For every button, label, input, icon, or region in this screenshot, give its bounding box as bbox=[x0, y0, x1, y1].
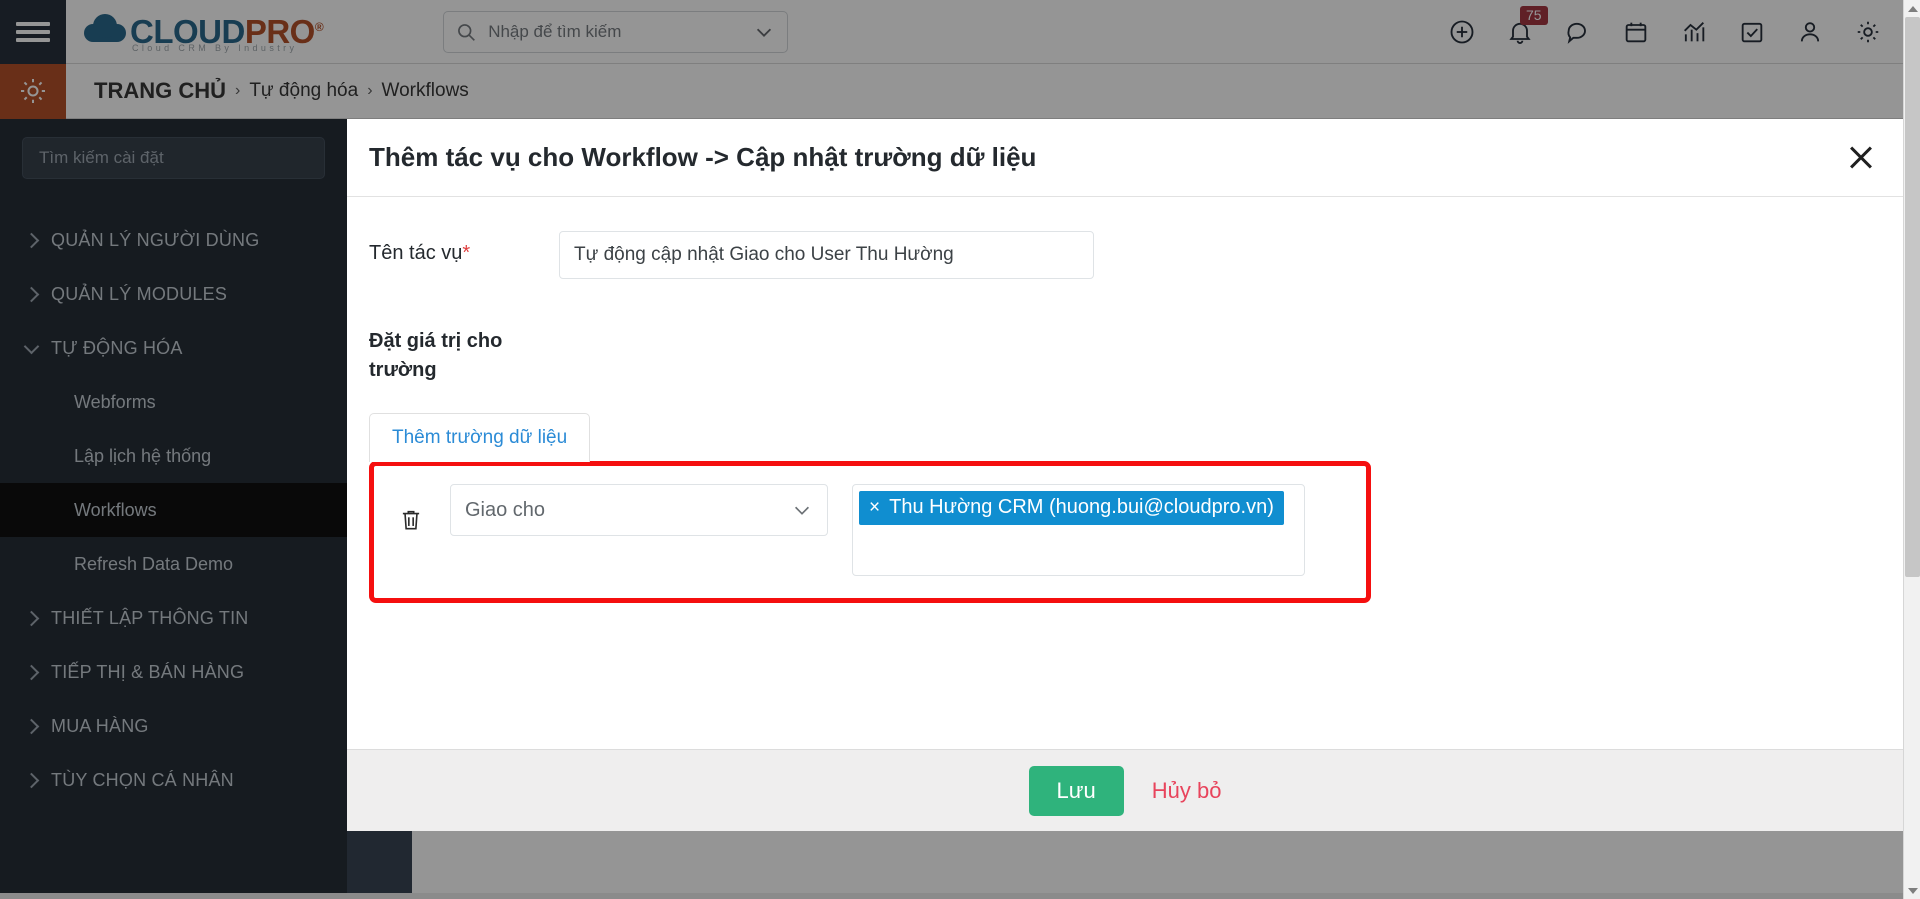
task-name-label-text: Tên tác vụ bbox=[369, 242, 463, 264]
trash-icon[interactable] bbox=[396, 484, 426, 534]
modal-footer: Lưu Hủy bỏ bbox=[347, 749, 1903, 831]
modal-title: Thêm tác vụ cho Workflow -> Cập nhật trư… bbox=[369, 142, 1037, 172]
save-button[interactable]: Lưu bbox=[1028, 765, 1124, 816]
bottom-edge-strip bbox=[0, 893, 1903, 899]
close-icon[interactable] bbox=[1843, 140, 1879, 176]
set-field-value-label: Đặt giá trị cho trường bbox=[369, 330, 503, 381]
modal-body: Tên tác vụ* Đặt giá trị cho trường Thêm … bbox=[347, 197, 1903, 749]
scrollbar-thumb[interactable] bbox=[1905, 17, 1920, 577]
task-name-input[interactable] bbox=[559, 231, 1094, 279]
scroll-up-arrow-icon[interactable] bbox=[1904, 0, 1920, 17]
remove-tag-icon[interactable]: × bbox=[869, 497, 880, 519]
selected-user-tag[interactable]: × Thu Hường CRM (huong.bui@cloudpro.vn) bbox=[859, 491, 1284, 525]
task-name-label: Tên tác vụ* bbox=[369, 231, 559, 265]
task-name-row: Tên tác vụ* bbox=[369, 231, 1879, 279]
field-value-tag-input[interactable]: × Thu Hường CRM (huong.bui@cloudpro.vn) bbox=[852, 484, 1305, 576]
app-root: CLOUDPRO® Cloud CRM By Industry Nhập để … bbox=[0, 0, 1920, 899]
field-select[interactable]: Giao cho bbox=[450, 484, 828, 536]
add-task-modal: Thêm tác vụ cho Workflow -> Cập nhật trư… bbox=[347, 119, 1903, 831]
tab-add-data-field[interactable]: Thêm trường dữ liệu bbox=[369, 413, 591, 462]
chevron-down-icon bbox=[794, 506, 810, 515]
scroll-down-arrow-icon[interactable] bbox=[1904, 882, 1920, 899]
table-row: Giao cho × Thu Hường CRM (huong.bui@clou… bbox=[396, 484, 1344, 576]
field-select-value: Giao cho bbox=[465, 498, 546, 521]
field-tabstrip: Thêm trường dữ liệu bbox=[369, 413, 1879, 462]
field-mapping-panel: Giao cho × Thu Hường CRM (huong.bui@clou… bbox=[369, 461, 1371, 603]
modal-header: Thêm tác vụ cho Workflow -> Cập nhật trư… bbox=[347, 119, 1903, 197]
page-scrollbar[interactable] bbox=[1903, 0, 1920, 899]
cancel-button[interactable]: Hủy bỏ bbox=[1152, 778, 1222, 804]
required-asterisk: * bbox=[462, 242, 471, 264]
selected-user-tag-label: Thu Hường CRM (huong.bui@cloudpro.vn) bbox=[889, 496, 1274, 518]
